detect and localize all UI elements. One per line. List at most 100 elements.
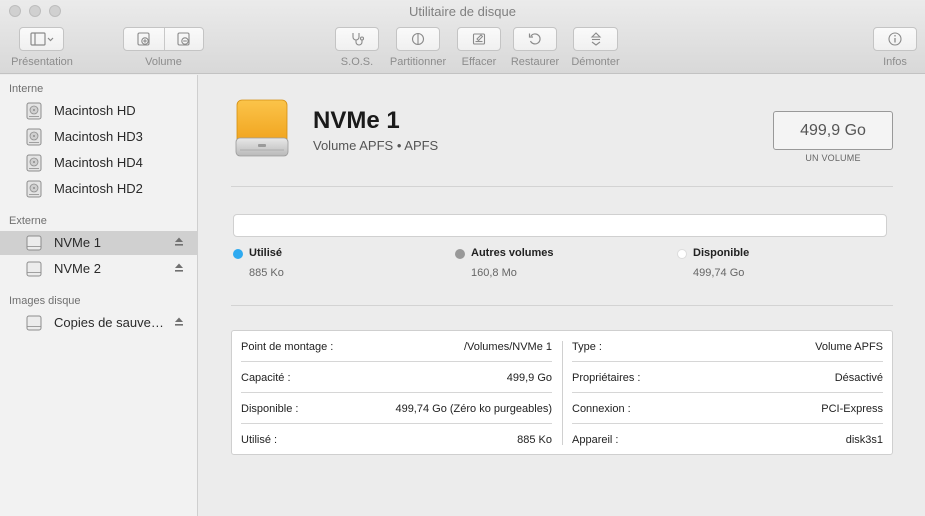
info-row-owners: Propriétaires : Désactivé [572,362,883,393]
volume-count-caption: UN VOLUME [805,153,861,163]
sidebar-item-macintosh-hd2[interactable]: Macintosh HD2 [0,177,198,201]
sidebar-section-external: Externe [9,215,47,227]
sidebar-section-disk-images: Images disque [9,295,81,307]
sidebar-item-label: Copies de sauve… [54,315,164,330]
info-icon [888,32,902,46]
info-key: Disponible : [241,403,299,415]
add-volume-icon [137,32,150,46]
divider [231,305,893,306]
restore-label: Restaurer [510,56,560,68]
unmount-label: Démonter [571,56,620,68]
sidebar-item-label: NVMe 1 [54,235,101,250]
info-key: Type : [572,341,602,353]
info-row-connection: Connexion : PCI-Express [572,393,883,424]
unmount-button[interactable] [573,27,618,51]
internal-disk-icon [26,180,42,198]
legend-used-value: 885 Ko [249,267,284,279]
divider [231,186,893,187]
info-value: Désactivé [834,372,883,384]
info-value: 499,74 Go (Zéro ko purgeables) [395,403,552,415]
info-table: Point de montage : /Volumes/NVMe 1 Capac… [231,330,893,455]
remove-volume-icon [177,32,190,46]
usage-bar [233,214,887,237]
eject-icon[interactable] [173,316,185,328]
other-volumes-color-dot [455,249,465,259]
disk-image-icon [26,315,42,331]
internal-disk-icon [26,128,42,146]
legend-used-name: Utilisé [249,247,283,259]
used-color-dot [233,249,243,259]
volume-label: Volume [145,56,182,68]
presentation-label: Présentation [11,56,73,68]
legend-free-name: Disponible [693,247,750,259]
info-value: Volume APFS [815,341,883,353]
sidebar-item-label: Macintosh HD4 [54,155,143,170]
available-color-dot [677,249,687,259]
info-key: Capacité : [241,372,291,384]
sidebar-item-macintosh-hd4[interactable]: Macintosh HD4 [0,151,198,175]
info-value: 499,9 Go [506,372,552,384]
info-row-type: Type : Volume APFS [572,331,883,362]
restore-button[interactable] [513,27,557,51]
stethoscope-icon [352,33,365,46]
info-key: Connexion : [572,403,631,415]
legend-free-value: 499,74 Go [693,267,745,279]
info-column-left: Point de montage : /Volumes/NVMe 1 Capac… [241,331,561,456]
add-volume-button[interactable] [124,28,164,50]
info-key: Utilisé : [241,434,278,446]
erase-disk-icon [472,33,486,45]
unmount-icon [590,32,601,46]
sidebar-item-label: NVMe 2 [54,261,101,276]
info-label: Infos [883,56,907,68]
volume-name: NVMe 1 [313,107,400,134]
info-key: Propriétaires : [572,372,641,384]
erase-button[interactable] [457,27,501,51]
disk-utility-window: Utilitaire de disque Présentation Volume… [0,0,925,516]
sidebar-item-nvme-2[interactable]: NVMe 2 [0,257,198,281]
sidebar-item-nvme-1[interactable]: NVMe 1 [0,231,198,255]
info-value: disk3s1 [845,434,883,446]
info-key: Point de montage : [241,341,334,353]
partition-button[interactable] [396,27,440,51]
sidebar-item-macintosh-hd[interactable]: Macintosh HD [0,99,198,123]
sidebar-item-label: Macintosh HD3 [54,129,143,144]
external-drive-icon [235,99,289,157]
eject-icon[interactable] [173,262,185,274]
sidebar: Interne Macintosh HD Macintosh HD3 Macin… [0,75,198,516]
info-column-divider [562,341,563,445]
restore-arrow-icon [528,33,541,45]
info-value: 885 Ko [517,434,552,446]
info-row-used: Utilisé : 885 Ko [241,424,552,455]
sidebar-item-label: Macintosh HD [54,103,136,118]
info-value: /Volumes/NVMe 1 [463,341,552,353]
sidebar-item-backup-copies[interactable]: Copies de sauve… [0,311,198,335]
partition-label: Partitionner [389,56,447,68]
main-panel: NVMe 1 Volume APFS • APFS 499,9 Go UN VO… [199,75,925,516]
sidebar-section-internal: Interne [9,83,44,95]
erase-label: Effacer [461,56,497,68]
info-row-capacity: Capacité : 499,9 Go [241,362,552,393]
external-disk-icon [26,261,42,277]
presentation-button[interactable] [19,27,64,51]
partition-pie-icon [411,32,425,46]
eject-icon[interactable] [173,236,185,248]
sidebar-item-macintosh-hd3[interactable]: Macintosh HD3 [0,125,198,149]
volume-size-box: 499,9 Go [773,111,893,150]
sidebar-item-label: Macintosh HD2 [54,181,143,196]
sidebar-view-icon [29,32,53,46]
legend-other-name: Autres volumes [471,247,554,259]
info-button[interactable] [873,27,917,51]
info-value: PCI-Express [821,403,883,415]
legend-other-value: 160,8 Mo [471,267,517,279]
first-aid-button[interactable] [335,27,379,51]
remove-volume-button[interactable] [164,28,203,50]
first-aid-label: S.O.S. [340,56,374,68]
window-title: Utilitaire de disque [409,4,516,19]
info-row-mount-point: Point de montage : /Volumes/NVMe 1 [241,331,552,362]
info-column-right: Type : Volume APFS Propriétaires : Désac… [572,331,892,456]
info-row-device: Appareil : disk3s1 [572,424,883,455]
internal-disk-icon [26,102,42,120]
toolbar: Utilitaire de disque Présentation Volume… [0,0,925,74]
info-row-available: Disponible : 499,74 Go (Zéro ko purgeabl… [241,393,552,424]
external-disk-icon [26,235,42,251]
